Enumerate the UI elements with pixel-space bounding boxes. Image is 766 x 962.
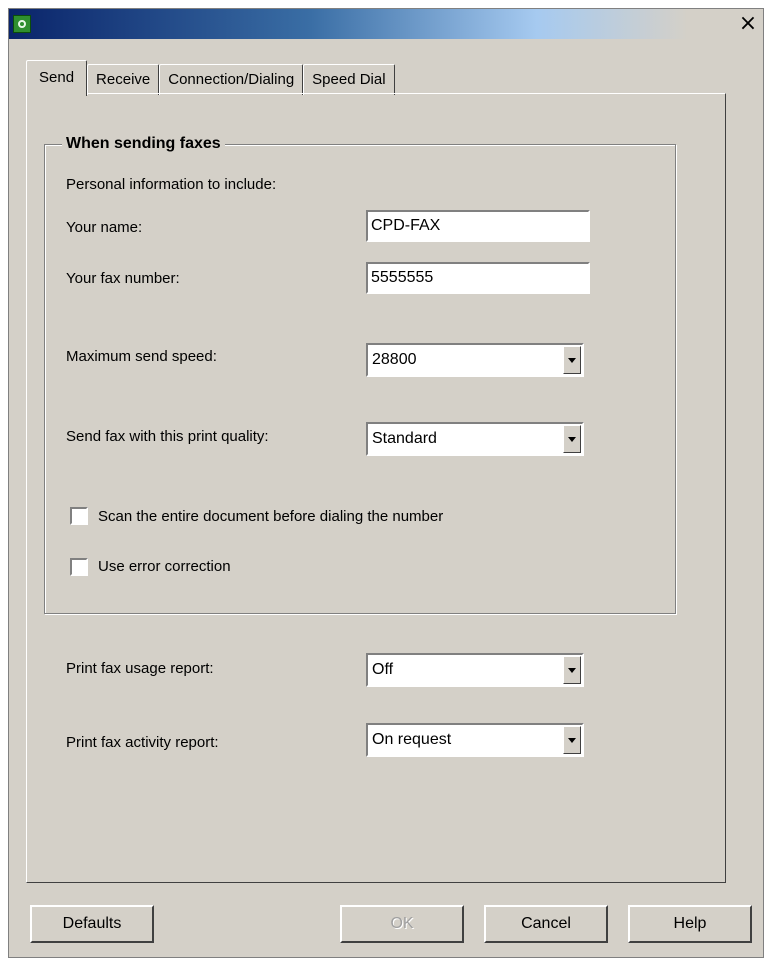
- tab-receive[interactable]: Receive: [87, 64, 160, 95]
- usage-report-select[interactable]: Off: [366, 653, 584, 687]
- tab-strip: Send Receive Connection/Dialing Speed Di…: [26, 60, 395, 96]
- defaults-button[interactable]: Defaults: [30, 905, 154, 943]
- ok-button[interactable]: OK: [340, 905, 464, 943]
- tab-speed-dial[interactable]: Speed Dial: [303, 64, 395, 95]
- activity-report-select[interactable]: On request: [366, 723, 584, 757]
- max-send-speed-label: Maximum send speed:: [66, 348, 217, 365]
- usage-report-value: Off: [372, 661, 394, 678]
- personal-info-label: Personal information to include:: [66, 176, 277, 193]
- scan-document-label[interactable]: Scan the entire document before dialing …: [98, 508, 443, 526]
- max-send-speed-select[interactable]: 28800: [366, 343, 584, 377]
- activity-report-label: Print fax activity report:: [66, 734, 219, 751]
- print-quality-select[interactable]: Standard: [366, 422, 584, 456]
- print-quality-label: Send fax with this print quality:: [66, 428, 269, 445]
- cancel-button[interactable]: Cancel: [484, 905, 608, 943]
- tab-connection-dialing[interactable]: Connection/Dialing: [159, 64, 304, 95]
- print-quality-value: Standard: [372, 430, 437, 447]
- groupbox-title: When sending faxes: [62, 134, 225, 154]
- help-button[interactable]: Help: [628, 905, 752, 943]
- chevron-down-icon[interactable]: [563, 726, 581, 754]
- your-name-input[interactable]: CPD-FAX: [366, 210, 590, 242]
- chevron-down-icon[interactable]: [563, 425, 581, 453]
- scan-document-checkbox[interactable]: [70, 507, 88, 525]
- error-correction-label[interactable]: Use error correction: [98, 558, 231, 576]
- fax-number-label: Your fax number:: [66, 270, 180, 287]
- chevron-down-icon[interactable]: [563, 346, 581, 374]
- max-send-speed-value: 28800: [372, 351, 417, 368]
- close-icon[interactable]: ×: [737, 13, 759, 35]
- fax-number-input[interactable]: 5555555: [366, 262, 590, 294]
- tab-send[interactable]: Send: [26, 60, 88, 96]
- title-bar[interactable]: ×: [9, 9, 763, 39]
- chevron-down-icon[interactable]: [563, 656, 581, 684]
- fax-app-icon: [13, 15, 31, 33]
- usage-report-label: Print fax usage report:: [66, 660, 214, 677]
- your-name-label: Your name:: [66, 219, 143, 236]
- error-correction-checkbox[interactable]: [70, 558, 88, 576]
- activity-report-value: On request: [372, 731, 452, 748]
